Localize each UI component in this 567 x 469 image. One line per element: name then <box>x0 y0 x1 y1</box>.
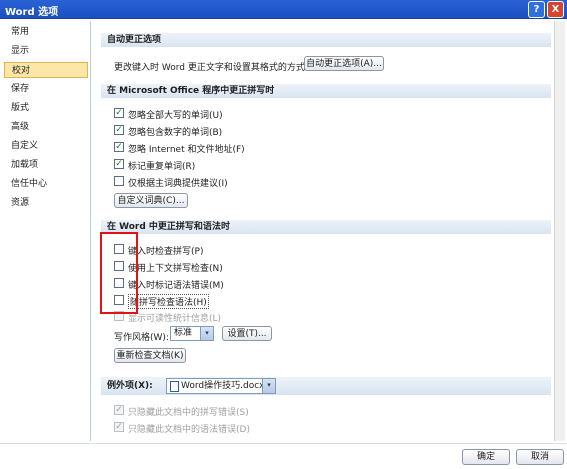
writing-style-value: 标准 <box>174 328 193 338</box>
checkbox-ignore-internet[interactable]: ✓ <box>114 142 124 152</box>
title-bar: Word 选项 ? X <box>0 0 567 19</box>
cancel-button[interactable]: 取消 <box>516 449 564 465</box>
word-document-icon <box>170 381 179 392</box>
sidebar-item-proofing[interactable]: 校对 <box>4 62 88 78</box>
checkbox-flag-repeated[interactable]: ✓ <box>114 159 124 169</box>
exceptions-document-select[interactable]: Word操作技巧.docx ▾ <box>166 378 276 394</box>
sidebar-item-layout[interactable]: 版式 <box>4 100 88 116</box>
sidebar-item-display[interactable]: 显示 <box>4 43 88 59</box>
label-main-dictionary: 仅根据主词典提供建议(I) <box>128 179 228 189</box>
writing-style-label: 写作风格(W): <box>114 333 169 343</box>
sidebar: 常用 显示 校对 保存 版式 高级 自定义 加载项 信任中心 资源 <box>4 21 91 441</box>
chevron-down-icon: ▾ <box>200 327 213 340</box>
close-icon[interactable]: X <box>547 1 564 18</box>
sidebar-item-common[interactable]: 常用 <box>4 24 88 40</box>
chevron-down-icon: ▾ <box>262 379 275 393</box>
checkbox-ignore-uppercase[interactable]: ✓ <box>114 108 124 118</box>
sidebar-item-resources[interactable]: 资源 <box>4 195 88 211</box>
label-check-grammar-with-spelling: 随拼写检查语法(H) <box>128 294 209 309</box>
label-readability-statistics: 显示可读性统计信息(L) <box>128 314 222 324</box>
section-header-office: 在 Microsoft Office 程序中更正拼写时 <box>101 84 551 98</box>
checkbox-main-dictionary[interactable] <box>114 176 124 186</box>
sidebar-item-customize[interactable]: 自定义 <box>4 138 88 154</box>
proofing-panel: 自动更正选项 更改键入时 Word 更正文字和设置其格式的方式: 自动更正选项(… <box>94 21 554 441</box>
grammar-settings-button[interactable]: 设置(T)... <box>222 326 272 341</box>
label-hide-spelling-errors: 只隐藏此文档中的拼写错误(S) <box>128 408 249 418</box>
label-ignore-numbers: 忽略包含数字的单词(B) <box>128 128 223 138</box>
label-flag-repeated: 标记重复单词(R) <box>128 162 196 172</box>
vertical-scrollbar[interactable] <box>554 21 565 441</box>
checkbox-hide-grammar-errors: ✓ <box>114 422 124 432</box>
sidebar-item-advanced[interactable]: 高级 <box>4 119 88 135</box>
autocorrect-options-button[interactable]: 自动更正选项(A)... <box>304 56 384 71</box>
window-title: Word 选项 <box>5 7 59 18</box>
section-header-word: 在 Word 中更正拼写和语法时 <box>101 220 551 234</box>
checkbox-hide-spelling-errors: ✓ <box>114 405 124 415</box>
custom-dictionaries-button[interactable]: 自定义词典(C)... <box>114 193 188 208</box>
red-highlight-box <box>100 232 138 314</box>
label-contextual-spelling: 使用上下文拼写检查(N) <box>128 264 223 274</box>
sidebar-item-save[interactable]: 保存 <box>4 81 88 97</box>
label-ignore-uppercase: 忽略全部大写的单词(U) <box>128 111 223 121</box>
section-header-autocorrect: 自动更正选项 <box>101 33 551 47</box>
dialog-footer: 确定 取消 <box>0 443 567 469</box>
sidebar-item-addins[interactable]: 加载项 <box>4 157 88 173</box>
help-icon[interactable]: ? <box>528 1 545 18</box>
writing-style-select[interactable]: 标准 ▾ <box>170 326 214 341</box>
sidebar-item-trust-center[interactable]: 信任中心 <box>4 176 88 192</box>
recheck-document-button[interactable]: 重新检查文档(K) <box>114 348 186 363</box>
ok-button[interactable]: 确定 <box>462 449 510 465</box>
label-check-spelling-as-you-type: 键入时检查拼写(P) <box>128 247 204 257</box>
checkbox-ignore-numbers[interactable]: ✓ <box>114 125 124 135</box>
label-hide-grammar-errors: 只隐藏此文档中的语法错误(D) <box>128 425 250 435</box>
exceptions-label: 例外项(X): <box>107 381 153 391</box>
label-ignore-internet: 忽略 Internet 和文件地址(F) <box>128 145 245 155</box>
label-mark-grammar-errors: 键入时标记语法错误(M) <box>128 281 224 291</box>
exceptions-document-value: Word操作技巧.docx <box>181 381 265 391</box>
autocorrect-description: 更改键入时 Word 更正文字和设置其格式的方式: <box>114 63 308 73</box>
